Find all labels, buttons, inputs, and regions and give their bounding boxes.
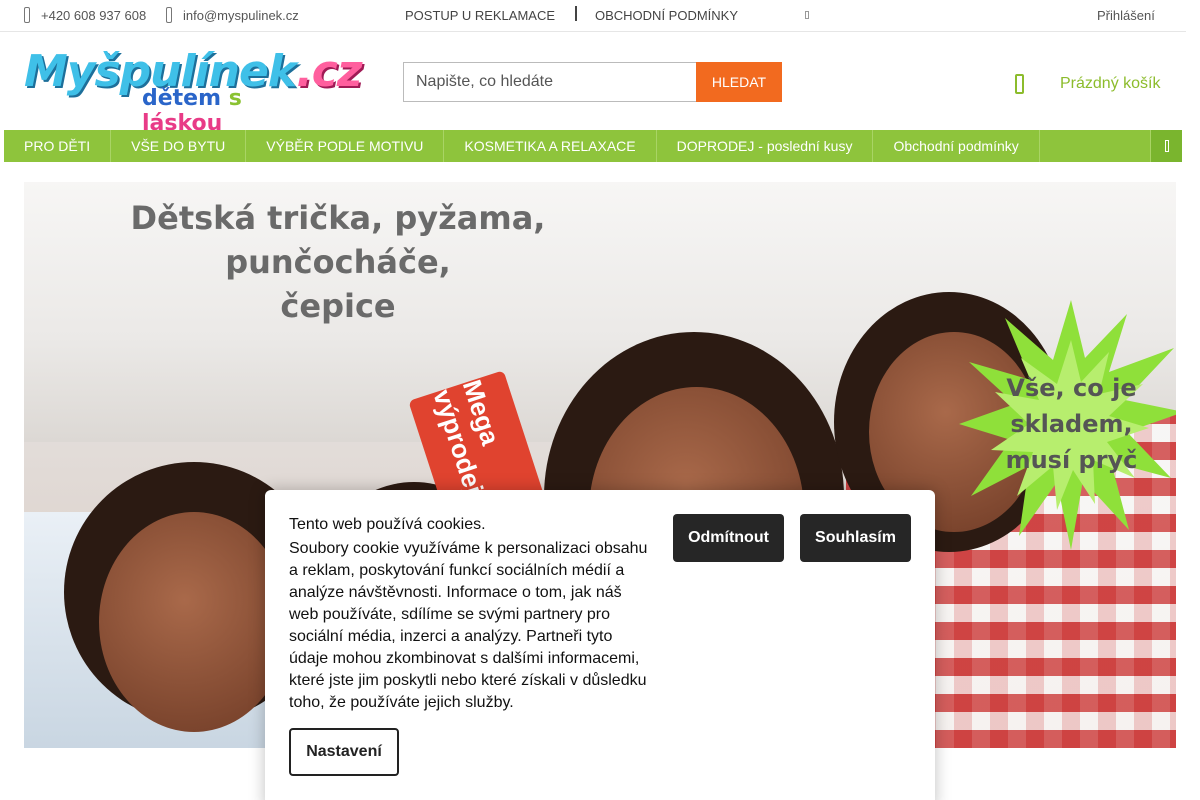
search-form: HLEDAT (403, 62, 782, 102)
banner-headline: Dětská trička, pyžama, punčocháče, čepic… (130, 199, 546, 325)
main-navigation: PRO DĚTI VŠE DO BYTU VÝBĚR PODLE MOTIVU … (4, 130, 1182, 162)
nav-item-cosmetics[interactable]: KOSMETIKA A RELAXACE (444, 130, 657, 162)
cookie-consent-dialog: Tento web používá cookies. Soubory cooki… (265, 490, 935, 800)
login-link[interactable]: Přihlášení (1097, 8, 1155, 23)
divider (575, 6, 577, 21)
accept-cookies-button[interactable]: Souhlasím (800, 514, 911, 562)
link-complaints[interactable]: POSTUP U REKLAMACE (405, 8, 555, 23)
nav-more-button[interactable] (1150, 130, 1182, 162)
phone-contact[interactable]: +420 608 937 608 (24, 7, 146, 23)
search-button[interactable]: HLEDAT (696, 62, 782, 102)
banner-child-face (99, 512, 289, 732)
cart-icon (1015, 74, 1024, 94)
decline-cookies-button[interactable]: Odmítnout (673, 514, 784, 562)
email-address: info@myspulinek.cz (183, 7, 299, 23)
menu-icon (1164, 140, 1169, 152)
phone-number: +420 608 937 608 (41, 7, 147, 23)
top-bar: +420 608 937 608 info@myspulinek.cz POST… (0, 0, 1186, 32)
cookie-title: Tento web používá cookies. (289, 516, 486, 533)
cookie-settings-button[interactable]: Nastavení (289, 728, 399, 776)
cart-link[interactable]: Prázdný košík (1015, 72, 1175, 96)
page: +420 608 937 608 info@myspulinek.cz POST… (0, 0, 1200, 800)
cart-label: Prázdný košík (1060, 75, 1161, 92)
nav-item-kids[interactable]: PRO DĚTI (4, 130, 112, 162)
nav-item-terms[interactable]: Obchodní podmínky (873, 130, 1040, 162)
cookie-text: Soubory cookie využíváme k personalizaci… (289, 540, 648, 711)
nav-item-clearance[interactable]: DOPRODEJ - poslední kusy (657, 130, 874, 162)
logo-tagline: dětem s láskou (142, 86, 242, 136)
email-icon (166, 7, 172, 23)
search-input[interactable] (403, 62, 697, 102)
burst-text: Vše, co je skladem, musí pryč (1005, 374, 1138, 474)
site-logo[interactable]: Myšpulínek.cz dětem s láskou (24, 48, 362, 137)
nav-item-home[interactable]: VŠE DO BYTU (111, 130, 247, 162)
language-icon[interactable] (805, 11, 809, 19)
link-terms[interactable]: OBCHODNÍ PODMÍNKY (595, 8, 738, 23)
nav-item-by-motif[interactable]: VÝBĚR PODLE MOTIVU (246, 130, 445, 162)
phone-icon (24, 7, 30, 23)
email-contact[interactable]: info@myspulinek.cz (166, 7, 299, 23)
